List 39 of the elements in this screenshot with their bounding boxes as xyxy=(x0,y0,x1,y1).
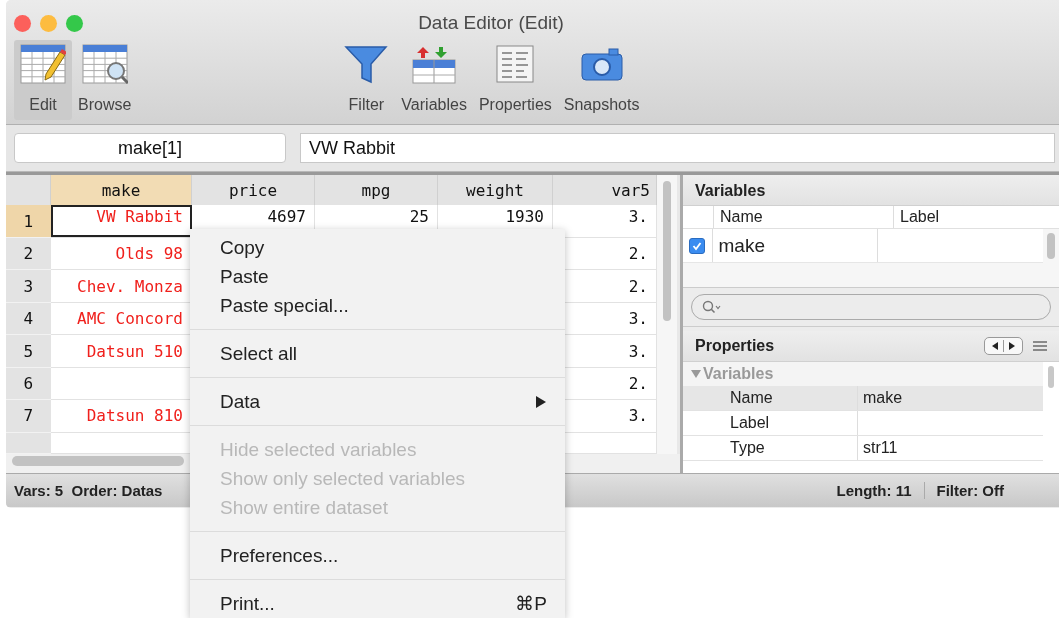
property-value[interactable]: str11 xyxy=(858,436,898,460)
row-number[interactable]: 3 xyxy=(6,269,51,303)
row-number[interactable]: 5 xyxy=(6,334,51,368)
status-text: Vars: 5 Order: Datas xyxy=(13,482,164,499)
row-number[interactable]: 6 xyxy=(6,367,51,400)
property-name: Name xyxy=(683,386,858,410)
row-number[interactable]: 4 xyxy=(6,302,51,335)
property-value[interactable]: make xyxy=(858,386,903,410)
column-header[interactable]: make xyxy=(50,175,192,206)
column-header[interactable]: Name xyxy=(713,206,893,228)
cell-value-field[interactable]: VW Rabbit xyxy=(300,133,1055,163)
column-header[interactable]: weight xyxy=(437,175,553,206)
shortcut-text: ⌘P xyxy=(515,592,547,615)
menu-item[interactable]: Preferences... xyxy=(190,541,565,570)
menu-item: Show only selected variables xyxy=(219,466,467,491)
toolbar-button[interactable]: Edit xyxy=(14,40,72,120)
property-name: Label xyxy=(683,411,858,435)
property-name: Type xyxy=(683,436,858,460)
table-cell: VW Rabbit xyxy=(50,205,192,238)
panel-title: Properties xyxy=(695,337,776,355)
menu-item: Hide selected variables xyxy=(219,437,418,462)
row-number[interactable]: 2 xyxy=(6,237,51,270)
column-header[interactable]: mpg xyxy=(314,175,438,206)
column-header[interactable]: Label xyxy=(893,206,1023,228)
toolbar-button[interactable]: Filter xyxy=(337,40,396,120)
status-text: Filter: Off xyxy=(923,482,1059,499)
toolbar-button[interactable]: Snapshots xyxy=(557,40,646,120)
toolbar-button[interactable]: Browse xyxy=(72,40,138,120)
window-title: Data Editor (Edit) xyxy=(417,11,565,34)
cell-name-field[interactable]: make[1] xyxy=(14,133,286,163)
menu-item[interactable]: Print... ⌘P xyxy=(190,589,565,618)
column-header[interactable]: price xyxy=(191,175,315,206)
column-header[interactable]: var5 xyxy=(552,175,657,206)
status-text: Length: 11 xyxy=(835,482,913,499)
row-number[interactable]: 1 xyxy=(6,205,51,238)
menu-item: Show entire dataset xyxy=(219,495,389,520)
row-number[interactable]: 7 xyxy=(6,399,51,433)
toolbar-button[interactable]: Properties xyxy=(472,40,558,120)
toolbar-button[interactable]: Variables xyxy=(395,40,473,120)
